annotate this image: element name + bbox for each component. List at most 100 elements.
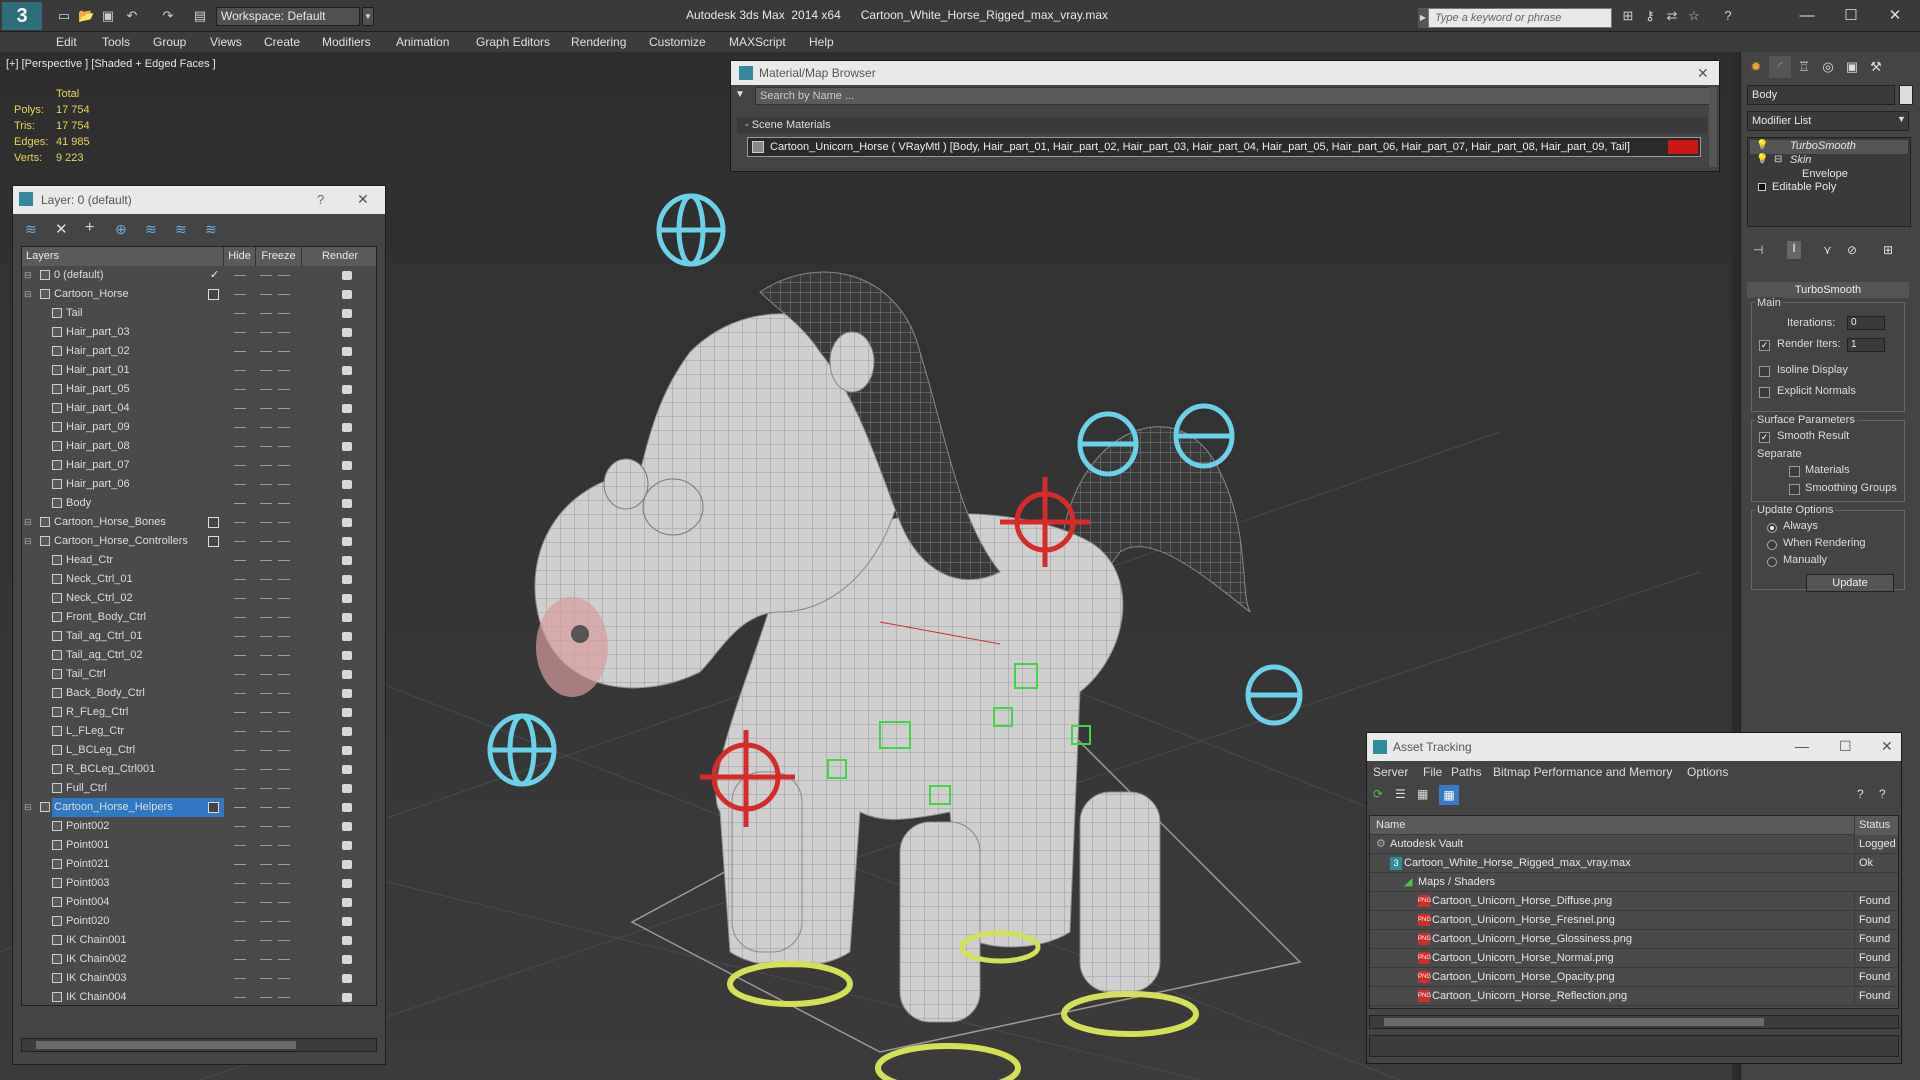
update-button[interactable]: Update xyxy=(1806,574,1894,592)
hide-toggle[interactable] xyxy=(234,674,246,675)
freeze-toggle-b[interactable] xyxy=(278,978,290,979)
freeze-toggle[interactable] xyxy=(260,541,272,542)
layer-row[interactable]: Hair_part_08 xyxy=(22,437,376,456)
layer-row[interactable]: Hair_part_02 xyxy=(22,342,376,361)
set-current-checkbox[interactable] xyxy=(208,536,219,547)
hide-toggle[interactable] xyxy=(234,465,246,466)
freeze-toggle-b[interactable] xyxy=(278,902,290,903)
freeze-toggle-b[interactable] xyxy=(278,389,290,390)
show-end-result-icon[interactable]: I xyxy=(1787,241,1801,259)
asset-path-field[interactable] xyxy=(1369,1035,1899,1057)
horizontal-scrollbar[interactable] xyxy=(1369,1015,1899,1029)
layer-row[interactable]: L_BCLeg_Ctrl xyxy=(22,741,376,760)
freeze-toggle[interactable] xyxy=(260,465,272,466)
layer-row[interactable]: Point002 xyxy=(22,817,376,836)
freeze-toggle-b[interactable] xyxy=(278,921,290,922)
menu-group[interactable]: Group xyxy=(153,35,186,49)
render-teapot-icon[interactable] xyxy=(342,689,352,698)
freeze-toggle-b[interactable] xyxy=(278,370,290,371)
freeze-toggle[interactable] xyxy=(260,370,272,371)
render-teapot-icon[interactable] xyxy=(342,765,352,774)
expand-icon[interactable]: ⊟ xyxy=(24,266,32,285)
layer-row[interactable]: Front_Body_Ctrl xyxy=(22,608,376,627)
manually-radio[interactable] xyxy=(1767,557,1777,567)
hide-toggle[interactable] xyxy=(234,522,246,523)
render-teapot-icon[interactable] xyxy=(342,784,352,793)
render-teapot-icon[interactable] xyxy=(342,347,352,356)
freeze-toggle-b[interactable] xyxy=(278,769,290,770)
stack-item-skin[interactable]: Skin xyxy=(1790,154,1811,166)
hide-toggle[interactable] xyxy=(234,484,246,485)
freeze-toggle[interactable] xyxy=(260,655,272,656)
object-color-swatch[interactable] xyxy=(1899,85,1913,105)
hide-toggle[interactable] xyxy=(234,845,246,846)
asset-menu-paths[interactable]: Paths xyxy=(1451,765,1482,779)
render-teapot-icon[interactable] xyxy=(342,898,352,907)
freeze-toggle[interactable] xyxy=(260,826,272,827)
menu-help[interactable]: Help xyxy=(809,35,834,49)
layer-row[interactable]: Hair_part_06 xyxy=(22,475,376,494)
hide-toggle[interactable] xyxy=(234,579,246,580)
layer-row[interactable]: Hair_part_05 xyxy=(22,380,376,399)
freeze-toggle-b[interactable] xyxy=(278,845,290,846)
hide-toggle[interactable] xyxy=(234,902,246,903)
iterations-spinner[interactable]: 0 xyxy=(1847,316,1885,330)
binoculars-icon[interactable]: ⊞ xyxy=(1620,8,1636,24)
asset-menu-file[interactable]: File xyxy=(1423,765,1442,779)
layer-row[interactable]: Hair_part_07 xyxy=(22,456,376,475)
configure-sets-icon[interactable]: ⊞ xyxy=(1883,243,1893,257)
lightbulb-icon[interactable]: 💡 xyxy=(1756,154,1768,165)
freeze-toggle-b[interactable] xyxy=(278,465,290,466)
render-teapot-icon[interactable] xyxy=(342,651,352,660)
layer-row[interactable]: Back_Body_Ctrl xyxy=(22,684,376,703)
vertical-scrollbar[interactable] xyxy=(1709,87,1717,167)
hide-toggle[interactable] xyxy=(234,693,246,694)
set-current-checkbox[interactable] xyxy=(208,802,219,813)
column-header-status[interactable]: Status xyxy=(1854,816,1898,835)
asset-row[interactable]: PNG Cartoon_Unicorn_Horse_Normal.png Found xyxy=(1370,949,1898,968)
material-search-input[interactable]: Search by Name ... xyxy=(755,87,1715,105)
help-icon[interactable]: ? xyxy=(1857,787,1864,801)
options-menu-icon[interactable]: ▼ xyxy=(735,89,745,100)
render-teapot-icon[interactable] xyxy=(342,309,352,318)
layer-row[interactable]: Point021 xyxy=(22,855,376,874)
explicit-normals-checkbox[interactable] xyxy=(1759,387,1770,398)
freeze-toggle-b[interactable] xyxy=(278,617,290,618)
freeze-toggle-b[interactable] xyxy=(278,788,290,789)
menu-create[interactable]: Create xyxy=(264,35,300,49)
freeze-toggle-b[interactable] xyxy=(278,332,290,333)
object-name-field[interactable]: Body xyxy=(1747,85,1895,105)
freeze-toggle[interactable] xyxy=(260,674,272,675)
layer-row[interactable]: Tail_ag_Ctrl_02 xyxy=(22,646,376,665)
horizontal-scrollbar[interactable] xyxy=(21,1038,377,1052)
scene-materials-group[interactable]: - Scene Materials xyxy=(737,117,1707,133)
chevron-down-icon[interactable]: ▼ xyxy=(362,7,374,26)
layer-row[interactable]: IK Chain002 xyxy=(22,950,376,969)
asset-row[interactable]: PNG Cartoon_Unicorn_Horse_Opacity.png Foun… xyxy=(1370,968,1898,987)
freeze-toggle[interactable] xyxy=(260,332,272,333)
maximize-icon[interactable]: ☐ xyxy=(1836,4,1866,28)
render-teapot-icon[interactable] xyxy=(342,860,352,869)
freeze-toggle[interactable] xyxy=(260,503,272,504)
freeze-toggle-b[interactable] xyxy=(278,313,290,314)
freeze-toggle-b[interactable] xyxy=(278,807,290,808)
hide-all-icon[interactable]: ≋ xyxy=(175,221,187,238)
asset-menu-server[interactable]: Server xyxy=(1373,765,1408,779)
freeze-toggle[interactable] xyxy=(260,484,272,485)
freeze-toggle[interactable] xyxy=(260,997,272,998)
layer-window-titlebar[interactable]: Layer: 0 (default) ? ✕ xyxy=(13,186,385,214)
layer-row[interactable]: Hair_part_01 xyxy=(22,361,376,380)
layer-row[interactable]: Neck_Ctrl_02 xyxy=(22,589,376,608)
remove-modifier-icon[interactable]: ⊘ xyxy=(1847,243,1857,257)
layer-row[interactable]: Point001 xyxy=(22,836,376,855)
render-teapot-icon[interactable] xyxy=(342,385,352,394)
hide-toggle[interactable] xyxy=(234,883,246,884)
freeze-toggle-b[interactable] xyxy=(278,446,290,447)
freeze-toggle-b[interactable] xyxy=(278,275,290,276)
scrollbar-thumb[interactable] xyxy=(36,1041,296,1049)
freeze-toggle-b[interactable] xyxy=(278,655,290,656)
layer-row[interactable]: IK Chain001 xyxy=(22,931,376,950)
hide-toggle[interactable] xyxy=(234,864,246,865)
freeze-toggle-b[interactable] xyxy=(278,427,290,428)
freeze-toggle-b[interactable] xyxy=(278,484,290,485)
